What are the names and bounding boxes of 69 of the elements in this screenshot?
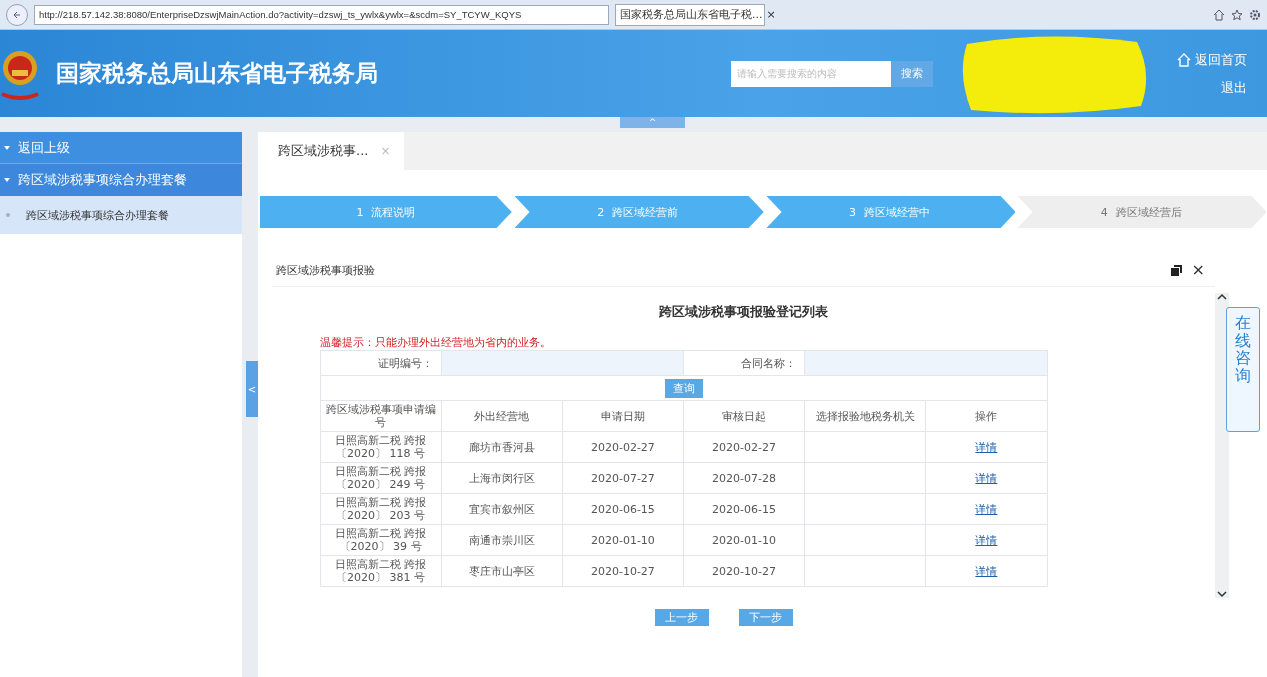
search-field[interactable]: 请输入需要搜索的内容 <box>731 60 891 87</box>
table-cell: 日照高新二税 跨报〔2020〕 118 号 <box>320 431 442 463</box>
table-cell: 日照高新二税 跨报〔2020〕 249 号 <box>320 462 442 494</box>
details-link[interactable]: 详情 <box>975 502 998 516</box>
table-cell: 2020-07-28 <box>683 462 805 494</box>
address-bar[interactable]: http://218.57.142.38:8080/EnterpriseDzswjMainAction.do?activity=dzswj_ts_ywlx&ywlx=&scdm=SY_TCYW_KQYS <box>34 4 609 25</box>
column-header: 跨区域涉税事项申请编号 <box>320 400 442 432</box>
collapse-button[interactable]: ^ <box>620 117 685 128</box>
table-cell: 南通市崇川区 <box>441 524 563 556</box>
column-header: 操作 <box>925 400 1047 432</box>
table-cell: 廊坊市香河县 <box>441 431 563 463</box>
table-cell: 日照高新二税 跨报〔2020〕 203 号 <box>320 493 442 525</box>
scrollbar[interactable] <box>1215 293 1229 598</box>
sidebar-toggle[interactable]: < <box>246 361 258 417</box>
details-link[interactable]: 详情 <box>975 564 998 578</box>
table-cell: 2020-06-15 <box>683 493 805 525</box>
scroll-down-icon[interactable] <box>1217 590 1227 598</box>
table-cell: 枣庄市山亭区 <box>441 555 563 587</box>
filter-field[interactable] <box>441 350 684 376</box>
list-heading: 跨区域涉税事项报验登记列表 <box>659 303 828 321</box>
online-consult-button[interactable]: 在线咨询 <box>1226 307 1260 432</box>
home-link[interactable]: 返回首页 <box>1177 50 1247 69</box>
settings-icon[interactable] <box>1249 8 1261 21</box>
table-cell: 2020-02-27 <box>562 431 684 463</box>
column-header: 选择报验地税务机关 <box>804 400 926 432</box>
home-link-label[interactable]: 返回首页 <box>1195 50 1247 69</box>
table-cell: 2020-06-15 <box>562 493 684 525</box>
column-header: 审核日起 <box>683 400 805 432</box>
sidebar-item[interactable]: 跨区域涉税事项综合办理套餐 <box>0 164 242 196</box>
page-tab[interactable]: 跨区域涉税事... × <box>258 132 405 170</box>
table-cell: 2020-10-27 <box>562 555 684 587</box>
table-cell: 2020-01-10 <box>562 524 684 556</box>
filter-label: 合同名称： <box>683 350 805 376</box>
progress-step: 1 流程说明 <box>260 196 512 228</box>
home-icon[interactable] <box>1213 8 1225 21</box>
details-link[interactable]: 详情 <box>975 471 998 485</box>
table-cell: 2020-01-10 <box>683 524 805 556</box>
back-arrow-icon <box>12 9 22 20</box>
table-cell: 上海市闵行区 <box>441 462 563 494</box>
table-cell: 日照高新二税 跨报〔2020〕 381 号 <box>320 555 442 587</box>
table-cell: 日照高新二税 跨报〔2020〕 39 号 <box>320 524 442 556</box>
table-cell: 2020-10-27 <box>683 555 805 587</box>
step-button[interactable]: 下一步 <box>738 609 793 626</box>
site-title: 国家税务总局山东省电子税务局 <box>56 59 378 88</box>
table-cell: 2020-07-27 <box>562 462 684 494</box>
step-button[interactable]: 上一步 <box>654 609 709 626</box>
details-link[interactable]: 详情 <box>975 440 998 454</box>
table-cell: 宜宾市叙州区 <box>441 493 563 525</box>
sidebar-item[interactable]: 跨区域涉税事项综合办理套餐 <box>0 196 242 234</box>
table-cell: 2020-02-27 <box>683 431 805 463</box>
filter-field[interactable] <box>804 350 1047 376</box>
dialog-title: 跨区域涉税事项报验 <box>275 262 376 278</box>
restore-icon[interactable] <box>1170 264 1182 276</box>
query-button[interactable]: 查询 <box>664 378 703 398</box>
home-icon <box>1177 52 1191 67</box>
progress-step: 4 跨区域经营后 <box>1015 196 1267 228</box>
column-header: 外出经营地 <box>441 400 563 432</box>
close-icon[interactable]: × <box>380 144 391 158</box>
close-icon[interactable]: × <box>766 8 776 21</box>
logout-link[interactable]: 退出 <box>1221 78 1247 97</box>
star-icon[interactable] <box>1231 8 1243 21</box>
column-header: 申请日期 <box>562 400 684 432</box>
details-link[interactable]: 详情 <box>975 533 998 547</box>
close-icon[interactable]: × <box>1191 262 1205 278</box>
search-button[interactable]: 搜索 <box>891 60 933 87</box>
filter-label: 证明编号： <box>320 350 442 376</box>
notice-text: 温馨提示：只能办理外出经营地为省内的业务。 <box>319 335 552 350</box>
sidebar-item[interactable]: 返回上级 <box>0 132 242 164</box>
scroll-up-icon[interactable] <box>1217 293 1227 301</box>
